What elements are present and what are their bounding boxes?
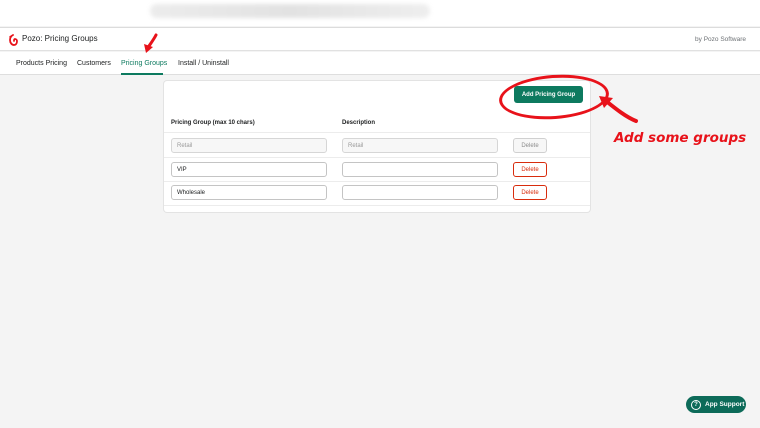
app-support-label: App Support — [705, 401, 745, 408]
divider — [164, 132, 590, 133]
description-input[interactable] — [342, 162, 498, 177]
tab-annotation-arrow-icon — [144, 33, 158, 53]
delete-button[interactable]: Delete — [513, 185, 547, 200]
vendor-byline: by Pozo Software — [695, 36, 746, 43]
annotation-text: Add some groups — [614, 130, 747, 146]
app-title: Pozo: Pricing Groups — [22, 34, 98, 43]
description-input[interactable]: Retail — [342, 138, 498, 153]
annotation-circle — [497, 71, 611, 123]
divider — [164, 181, 590, 182]
divider — [164, 205, 590, 206]
tab-products-pricing[interactable]: Products Pricing — [16, 60, 67, 67]
description-input[interactable] — [342, 185, 498, 200]
pozo-logo-icon — [9, 34, 18, 46]
column-header-description: Description — [342, 120, 376, 126]
active-tab-indicator — [121, 73, 163, 75]
annotation-arrow-icon — [599, 96, 638, 123]
app-support-button[interactable]: ? App Support — [686, 396, 746, 413]
app-header: Pozo: Pricing Groups by Pozo Software — [0, 27, 760, 51]
tab-pricing-groups[interactable]: Pricing Groups — [121, 60, 167, 67]
tab-customers[interactable]: Customers — [77, 60, 111, 67]
pricing-group-input[interactable]: Retail — [171, 138, 327, 153]
tab-install-uninstall[interactable]: Install / Uninstall — [178, 60, 229, 67]
pricing-group-input[interactable]: Wholesale — [171, 185, 327, 200]
column-header-pricing-group: Pricing Group (max 10 chars) — [171, 120, 255, 126]
browser-strip — [0, 0, 760, 26]
pricing-group-input[interactable]: VIP — [171, 162, 327, 177]
nav-tabs: Products Pricing Customers Pricing Group… — [0, 52, 760, 75]
delete-button[interactable]: Delete — [513, 162, 547, 177]
blurred-address-bar — [150, 4, 430, 18]
help-icon: ? — [691, 399, 701, 410]
delete-button[interactable]: Delete — [513, 138, 547, 153]
divider — [164, 157, 590, 158]
